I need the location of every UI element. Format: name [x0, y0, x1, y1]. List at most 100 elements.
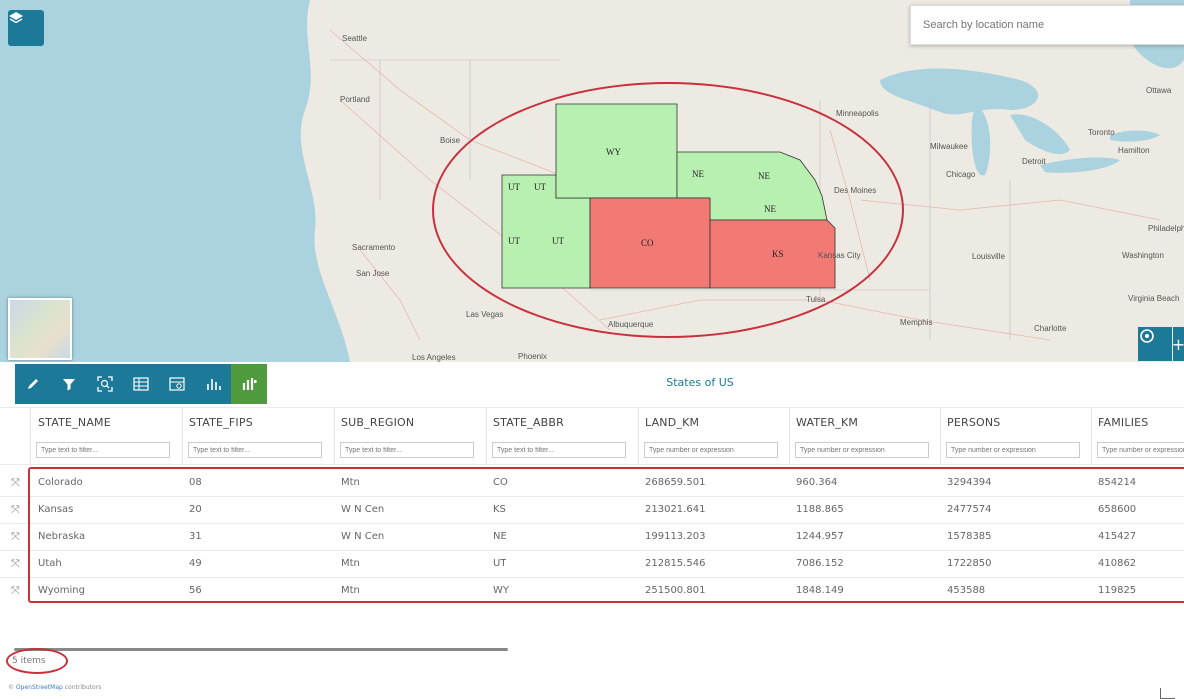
city-label: Detroit — [1022, 157, 1046, 166]
cell-state-name: Wyoming — [38, 585, 85, 596]
resize-handle[interactable] — [1160, 688, 1175, 699]
zoom-to-selection-icon — [97, 376, 113, 392]
column-header[interactable]: STATE_ABBR — [493, 408, 564, 436]
column-header[interactable]: PERSONS — [947, 408, 1000, 436]
city-label: Chicago — [946, 170, 976, 179]
city-label: Albuquerque — [608, 320, 654, 329]
column-separator — [1091, 408, 1092, 464]
zoom-in-button[interactable]: + — [1171, 327, 1184, 361]
state-label-ne: NE — [692, 169, 704, 179]
widgets-button[interactable] — [231, 364, 267, 404]
lake-huron — [1010, 114, 1070, 155]
zoom-to-feature-icon[interactable]: ⤧ — [11, 558, 23, 570]
cell-sub-region: W N Cen — [341, 531, 385, 542]
city-label: Sacramento — [352, 243, 396, 252]
map-view[interactable]: Seattle Portland Boise Sacramento San Jo… — [0, 0, 1184, 362]
column-header[interactable]: STATE_FIPS — [189, 408, 253, 436]
zoom-to-feature-icon[interactable]: ⤧ — [11, 477, 23, 489]
column-filter-input[interactable] — [340, 442, 474, 458]
table-row[interactable]: ⤧ Utah 49 Mtn UT 212815.546 7086.152 172… — [0, 550, 1184, 577]
cell-land-km: 213021.641 — [645, 504, 706, 515]
layers-icon — [9, 12, 23, 24]
cell-water-km: 1848.149 — [796, 585, 844, 596]
chart-button[interactable] — [195, 364, 231, 404]
city-label: Seattle — [342, 34, 367, 43]
plus-icon: + — [1171, 334, 1184, 354]
cell-persons: 3294394 — [947, 477, 992, 488]
column-header[interactable]: STATE_NAME — [38, 408, 111, 436]
column-header[interactable]: FAMILIES — [1098, 408, 1148, 436]
zoom-to-feature-icon[interactable]: ⤧ — [11, 504, 23, 516]
column-separator — [638, 408, 639, 464]
grid-filter-row — [0, 436, 1184, 464]
cell-state-fips: 31 — [189, 531, 202, 542]
cell-families: 119825 — [1098, 585, 1137, 596]
cell-land-km: 251500.801 — [645, 585, 706, 596]
column-separator — [334, 408, 335, 464]
column-filter-input[interactable] — [492, 442, 626, 458]
crosshair-icon — [1140, 329, 1154, 343]
column-header[interactable]: WATER_KM — [796, 408, 858, 436]
background-switcher-thumbnail[interactable] — [8, 298, 72, 360]
cell-families: 415427 — [1098, 531, 1137, 542]
cell-persons: 1722850 — [947, 558, 992, 569]
cell-land-km: 199113.203 — [645, 531, 706, 542]
attribution-prefix: © — [8, 684, 16, 691]
cell-families: 854214 — [1098, 477, 1137, 488]
lake-superior — [880, 68, 1039, 115]
map-canvas[interactable] — [0, 0, 1184, 362]
column-header[interactable]: SUB_REGION — [341, 408, 414, 436]
zoom-to-selection-button[interactable] — [87, 364, 123, 404]
cell-state-name: Utah — [38, 558, 62, 569]
column-filter-input[interactable] — [36, 442, 170, 458]
cell-sub-region: Mtn — [341, 558, 360, 569]
pencil-icon — [28, 379, 38, 389]
layers-button[interactable] — [8, 10, 44, 46]
column-filter-input[interactable] — [1097, 442, 1184, 458]
grid-title: States of US — [666, 376, 734, 389]
locate-button[interactable] — [1138, 327, 1172, 361]
table-settings-button[interactable] — [159, 364, 195, 404]
bar-chart-icon — [207, 379, 221, 390]
column-separator — [486, 408, 487, 464]
horizontal-scrollbar[interactable] — [14, 648, 508, 651]
search-input[interactable] — [911, 6, 1184, 44]
cell-persons: 1578385 — [947, 531, 992, 542]
osm-link[interactable]: OpenStreetMap — [16, 684, 63, 691]
city-label: Toronto — [1088, 128, 1115, 137]
column-separator — [789, 408, 790, 464]
map-attribution: © OpenStreetMap contributors — [8, 684, 101, 691]
city-label: Memphis — [900, 318, 933, 327]
edit-button[interactable] — [15, 364, 51, 404]
state-label-co: CO — [641, 238, 654, 248]
cell-families: 658600 — [1098, 504, 1137, 515]
cell-state-abbr: NE — [493, 531, 507, 542]
column-filter-input[interactable] — [644, 442, 778, 458]
table-add-icon — [133, 377, 149, 391]
filter-button[interactable] — [51, 364, 87, 404]
lake-michigan — [971, 105, 991, 176]
column-filter-input[interactable] — [795, 442, 929, 458]
column-separator — [182, 408, 183, 464]
lake-erie — [1040, 157, 1120, 173]
cell-state-fips: 20 — [189, 504, 202, 515]
table-row[interactable]: ⤧ Colorado 08 Mtn CO 268659.501 960.364 … — [0, 469, 1184, 496]
grid-header-row: STATE_NAME STATE_FIPS SUB_REGION STATE_A… — [0, 408, 1184, 436]
cell-water-km: 7086.152 — [796, 558, 844, 569]
zoom-to-feature-icon[interactable]: ⤧ — [11, 531, 23, 543]
table-row[interactable]: ⤧ Kansas 20 W N Cen KS 213021.641 1188.8… — [0, 496, 1184, 523]
city-label: Des Moines — [834, 186, 877, 195]
cell-persons: 453588 — [947, 585, 986, 596]
column-filter-input[interactable] — [946, 442, 1080, 458]
table-add-button[interactable] — [123, 364, 159, 404]
location-search[interactable] — [910, 5, 1184, 45]
column-filter-input[interactable] — [188, 442, 322, 458]
column-header[interactable]: LAND_KM — [645, 408, 699, 436]
state-label-ks: KS — [772, 249, 784, 259]
zoom-to-feature-icon[interactable]: ⤧ — [11, 585, 23, 597]
cell-state-fips: 56 — [189, 585, 202, 596]
table-row[interactable]: ⤧ Nebraska 31 W N Cen NE 199113.203 1244… — [0, 523, 1184, 550]
cell-land-km: 212815.546 — [645, 558, 706, 569]
table-row[interactable]: ⤧ Wyoming 56 Mtn WY 251500.801 1848.149 … — [0, 577, 1184, 604]
cell-water-km: 1244.957 — [796, 531, 844, 542]
